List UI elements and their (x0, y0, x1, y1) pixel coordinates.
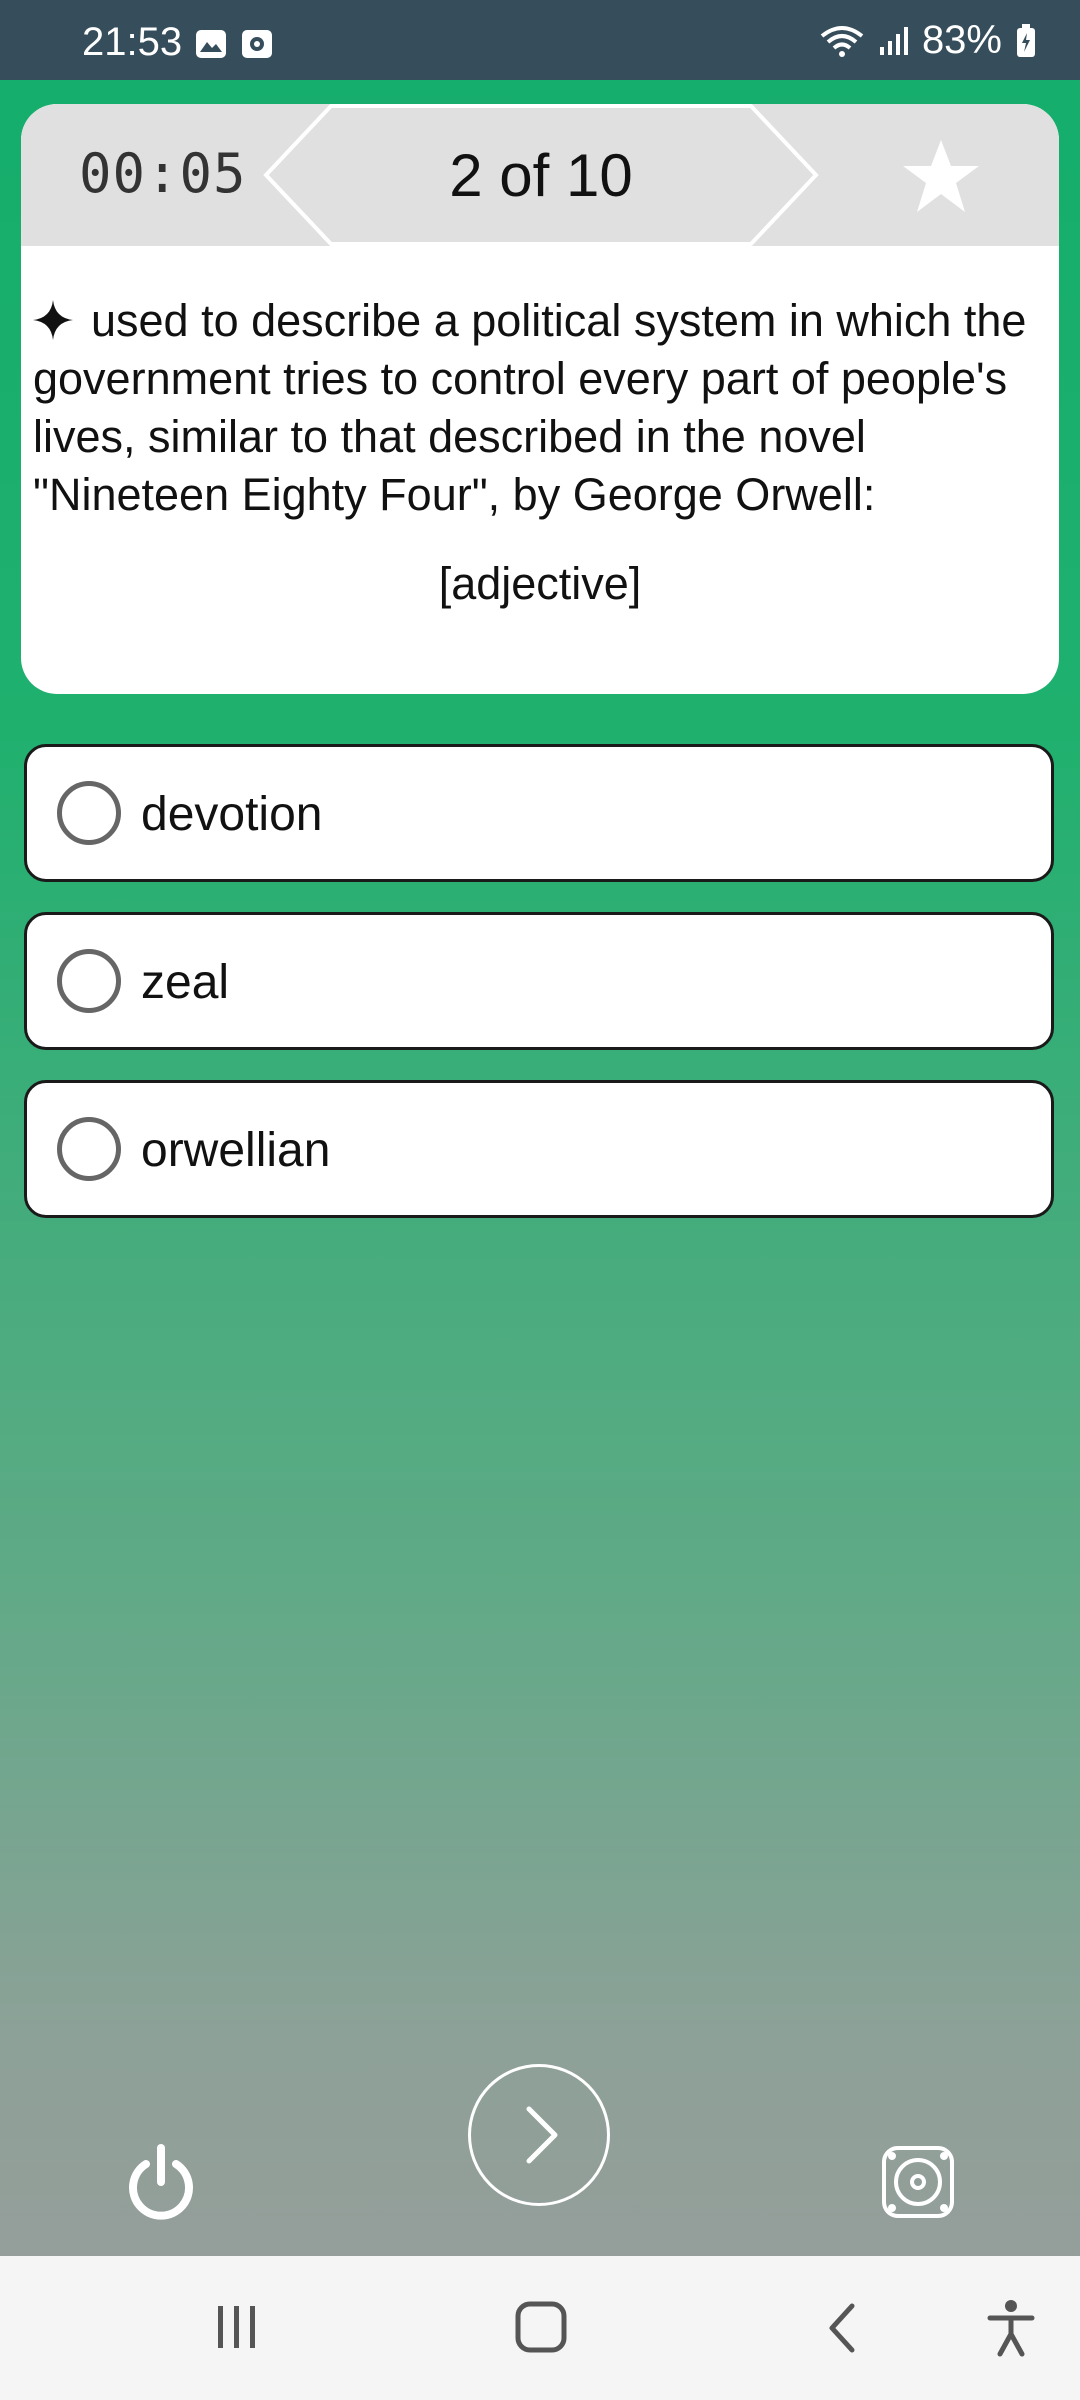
question-text: used to describe a political system in w… (33, 295, 1027, 520)
recent-apps-icon[interactable] (212, 2302, 262, 2352)
option-label: zeal (141, 956, 230, 1009)
radio-button[interactable] (57, 781, 121, 845)
battery-percent: 83% (921, 18, 1002, 62)
accessibility-icon[interactable] (986, 2298, 1036, 2358)
signal-icon (879, 26, 908, 55)
part-of-speech: [adjective] (438, 558, 642, 609)
star-icon[interactable] (901, 136, 981, 216)
timer: 00:05 (79, 142, 247, 205)
status-time: 21:53 (82, 20, 183, 64)
system-nav-bar (0, 2256, 1080, 2400)
question-text-block: used to describe a political system in w… (33, 292, 1043, 524)
option-label: devotion (141, 788, 323, 841)
status-bar: 21:53 83% (0, 0, 1080, 80)
home-icon[interactable] (514, 2300, 568, 2354)
wifi-icon (820, 25, 864, 57)
question-counter: 2 of 10 (449, 141, 633, 209)
screen-record-icon (242, 30, 272, 58)
next-button[interactable] (468, 2064, 610, 2206)
power-icon[interactable] (126, 2142, 196, 2222)
battery-icon (1017, 23, 1035, 57)
option-orwellian[interactable]: orwellian (24, 1080, 1054, 1218)
chevron-right-icon (526, 2106, 558, 2164)
gallery-icon (196, 30, 226, 58)
sparkle-icon (33, 300, 73, 340)
question-card: 00:05 2 of 10 used to describe a politic… (21, 104, 1059, 694)
card-header: 00:05 2 of 10 (21, 104, 1059, 246)
speaker-icon[interactable] (880, 2144, 956, 2220)
status-right: 83% (820, 18, 1036, 63)
option-devotion[interactable]: devotion (24, 744, 1054, 882)
option-zeal[interactable]: zeal (24, 912, 1054, 1050)
option-label: orwellian (141, 1124, 331, 1177)
radio-button[interactable] (57, 949, 121, 1013)
back-icon[interactable] (822, 2300, 862, 2356)
radio-button[interactable] (57, 1117, 121, 1181)
